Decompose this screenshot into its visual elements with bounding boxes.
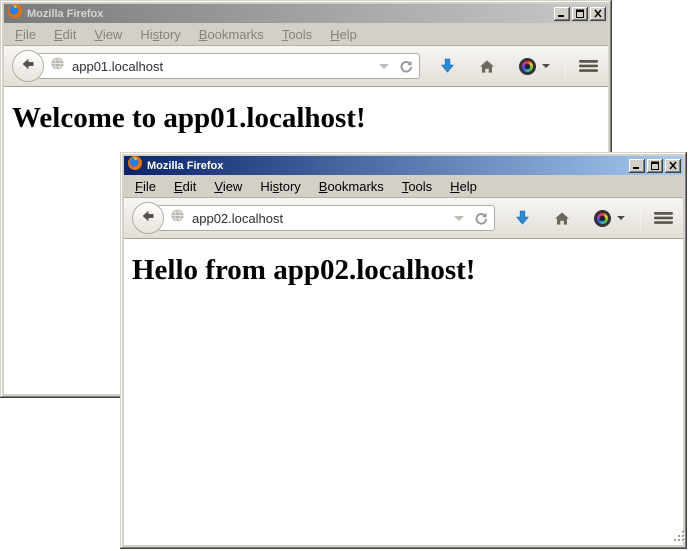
page-heading: Welcome to app01.localhost!: [12, 102, 600, 135]
menu-item-bookmarks[interactable]: Bookmarks: [190, 25, 273, 44]
nav-toolbar: [124, 197, 683, 239]
minimize-icon[interactable]: [554, 7, 570, 21]
chevron-down-icon[interactable]: [454, 216, 464, 221]
chevron-down-icon[interactable]: [379, 64, 389, 69]
menu-item-view[interactable]: View: [85, 25, 131, 44]
minimize-icon[interactable]: [629, 159, 645, 173]
back-button[interactable]: [12, 50, 44, 82]
reload-icon[interactable]: [473, 211, 488, 226]
menu-item-tools[interactable]: Tools: [273, 25, 321, 44]
url-input[interactable]: [72, 59, 375, 74]
window-title: Mozilla Firefox: [27, 8, 552, 20]
hamburger-menu-icon[interactable]: [579, 59, 598, 73]
maximize-icon[interactable]: [647, 159, 663, 173]
menu-item-help[interactable]: Help: [321, 25, 366, 44]
browser-window-app02: Mozilla Firefox File Edit View History B…: [120, 152, 687, 549]
color-wheel-icon[interactable]: [519, 58, 536, 75]
menu-item-help[interactable]: Help: [441, 177, 486, 196]
back-arrow-icon: [20, 56, 36, 77]
menu-item-view[interactable]: View: [205, 177, 251, 196]
menu-item-history[interactable]: History: [131, 25, 189, 44]
maximize-icon[interactable]: [572, 7, 588, 21]
close-icon[interactable]: [665, 159, 681, 173]
page-heading: Hello from app02.localhost!: [132, 254, 675, 287]
window-title: Mozilla Firefox: [147, 160, 627, 172]
resize-grip[interactable]: [673, 530, 686, 548]
toolbar-separator: [565, 54, 566, 78]
menu-item-history[interactable]: History: [251, 177, 309, 196]
chevron-down-icon[interactable]: [617, 216, 625, 220]
globe-icon[interactable]: [170, 208, 185, 228]
url-input[interactable]: [192, 211, 450, 226]
url-bar: [37, 53, 420, 79]
menu-item-edit[interactable]: Edit: [45, 25, 85, 44]
download-arrow-icon[interactable]: [440, 58, 455, 74]
url-bar: [157, 205, 495, 231]
page-content: Hello from app02.localhost!: [124, 239, 683, 545]
hamburger-menu-icon[interactable]: [654, 211, 673, 225]
menu-bar: File Edit View History Bookmarks Tools H…: [124, 175, 683, 197]
back-button[interactable]: [132, 202, 164, 234]
chevron-down-icon[interactable]: [542, 64, 550, 68]
menu-item-file[interactable]: File: [6, 25, 45, 44]
firefox-logo-icon[interactable]: [7, 3, 23, 24]
titlebar[interactable]: Mozilla Firefox: [124, 156, 683, 175]
menu-item-edit[interactable]: Edit: [165, 177, 205, 196]
back-arrow-icon: [140, 208, 156, 229]
download-arrow-icon[interactable]: [515, 210, 530, 226]
nav-toolbar: [4, 45, 608, 87]
menu-item-tools[interactable]: Tools: [393, 177, 441, 196]
home-icon[interactable]: [479, 59, 495, 74]
reload-icon[interactable]: [398, 59, 413, 74]
titlebar[interactable]: Mozilla Firefox: [4, 4, 608, 23]
menu-bar: File Edit View History Bookmarks Tools H…: [4, 23, 608, 45]
close-icon[interactable]: [590, 7, 606, 21]
menu-item-file[interactable]: File: [126, 177, 165, 196]
color-wheel-icon[interactable]: [594, 210, 611, 227]
menu-item-bookmarks[interactable]: Bookmarks: [310, 177, 393, 196]
globe-icon[interactable]: [50, 56, 65, 76]
home-icon[interactable]: [554, 211, 570, 226]
firefox-logo-icon[interactable]: [127, 155, 143, 176]
toolbar-separator: [640, 206, 641, 230]
